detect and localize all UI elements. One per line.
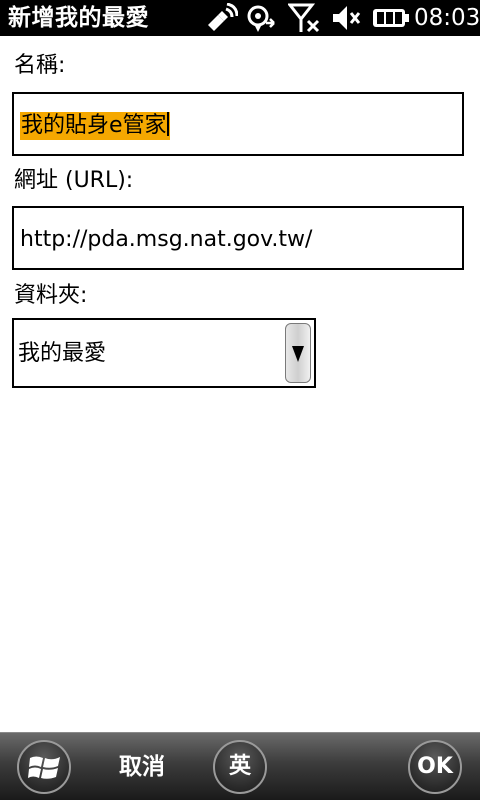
ok-button[interactable]: OK [408, 740, 462, 794]
status-bar: 新增我的最愛 08:03 [0, 0, 480, 36]
no-signal-icon[interactable] [288, 3, 322, 33]
name-value: 我的貼身e管家 [21, 113, 167, 138]
name-selected-text[interactable]: 我的貼身e管家 [20, 112, 170, 140]
gps-sync-icon[interactable] [244, 3, 278, 33]
url-value: http://pda.msg.nat.gov.tw/ [20, 227, 313, 252]
text-cursor [166, 112, 169, 136]
windows-logo-icon [28, 756, 60, 779]
start-button[interactable] [17, 740, 71, 794]
url-field[interactable]: http://pda.msg.nat.gov.tw/ [12, 206, 464, 270]
chevron-down-icon [292, 346, 304, 362]
clock[interactable]: 08:03 [414, 3, 480, 33]
signal-antenna-icon[interactable] [204, 3, 238, 33]
name-label: 名稱: [14, 53, 66, 78]
url-label: 網址 (URL): [14, 168, 134, 193]
volume-muted-icon[interactable] [330, 3, 364, 33]
folder-label: 資料夾: [14, 283, 88, 308]
add-favorite-screen: 新增我的最愛 08:03 名稱: 我的貼身e管家 網址 (URL): http:… [0, 0, 480, 800]
softkey-bar: 取消 英 OK [0, 732, 480, 800]
name-field[interactable]: 我的貼身e管家 [12, 92, 464, 156]
input-method-button[interactable]: 英 [213, 740, 267, 794]
folder-dropdown[interactable]: 我的最愛 [12, 318, 316, 388]
window-title: 新增我的最愛 [8, 5, 149, 31]
battery-icon[interactable] [372, 3, 410, 33]
dropdown-arrow-button[interactable] [285, 323, 311, 383]
cancel-button[interactable]: 取消 [96, 751, 188, 783]
folder-value: 我的最愛 [18, 341, 107, 366]
